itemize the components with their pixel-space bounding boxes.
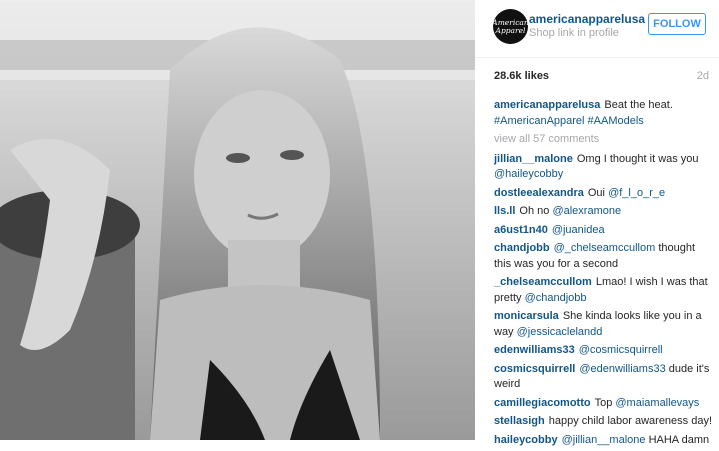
comment-user[interactable]: _chelseamccullom bbox=[494, 276, 592, 288]
comment-user[interactable]: dostleealexandra bbox=[494, 187, 584, 199]
comment-user[interactable]: lls.ll bbox=[494, 205, 515, 217]
comment-user[interactable]: edenwilliams33 bbox=[494, 344, 575, 356]
comment-item: cosmicsquirrell @edenwilliams33 dude it's… bbox=[494, 362, 712, 393]
follow-button[interactable]: FOLLOW bbox=[648, 13, 706, 35]
comment-user[interactable]: a6ust1n40 bbox=[494, 224, 548, 236]
post-age[interactable]: 2d bbox=[697, 70, 709, 82]
location-link[interactable]: Shop link in profile bbox=[529, 27, 619, 39]
comment-user[interactable]: monicarsula bbox=[494, 310, 559, 322]
comment-user[interactable]: cosmicsquirrell bbox=[494, 363, 575, 375]
comment-item: haileycobby @jillian__malone HAHA damn bbox=[494, 433, 712, 449]
avatar-line2: Apparel bbox=[495, 25, 526, 35]
caption-tags[interactable]: #AmericanApparel #AAModels bbox=[494, 115, 644, 127]
comment-mention[interactable]: @alexramone bbox=[552, 205, 621, 217]
comment-item: stellasigh happy child labor awareness da… bbox=[494, 414, 712, 430]
comment-user[interactable]: chandjobb bbox=[494, 242, 550, 254]
caption-user[interactable]: americanapparelusa bbox=[494, 99, 600, 111]
comment-item: jillian__malone Omg I thought it was you … bbox=[494, 152, 712, 183]
post-sidebar: American Apparel americanapparelusa Shop… bbox=[475, 0, 719, 446]
comment-text: Oh no bbox=[519, 205, 550, 217]
comment-item: edenwilliams33 @cosmicsquirrell bbox=[494, 343, 712, 359]
comment-text: Top bbox=[594, 396, 613, 409]
caption-text: Beat the heat. bbox=[604, 99, 673, 111]
comment-mention[interactable]: @edenwilliams33 bbox=[579, 363, 665, 375]
post-header: American Apparel americanapparelusa Shop… bbox=[475, 0, 719, 58]
username-link[interactable]: americanapparelusa bbox=[529, 12, 645, 26]
likes-count[interactable]: 28.6k likes bbox=[494, 70, 549, 82]
comment-mention[interactable]: @f_l_o_r_e bbox=[608, 187, 665, 199]
avatar[interactable]: American Apparel bbox=[492, 9, 529, 44]
comment-item: chandjobb @_chelseamccullom thought this … bbox=[494, 241, 712, 272]
comment-text: happy child labor awareness day! bbox=[548, 415, 713, 427]
comment-mention[interactable]: @haileycobby bbox=[494, 168, 563, 180]
comment-mention[interactable]: @cosmicsquirrell bbox=[579, 344, 663, 356]
view-all-comments-link[interactable]: view all 57 comments bbox=[494, 132, 712, 148]
post-photo[interactable] bbox=[0, 0, 475, 440]
comment-mention[interactable]: @jessicaclelandd bbox=[517, 326, 603, 338]
comment-item: monicarsula She kinda looks like you in a… bbox=[494, 309, 712, 340]
comment-mention[interactable]: @_chelseamccullom bbox=[554, 242, 656, 254]
comment-user[interactable]: camillegiacomotto bbox=[494, 397, 591, 409]
comment-text: Omg I thought it was you bbox=[576, 152, 699, 165]
comment-item: camillegiacomotto Top @maiamallevays bbox=[494, 396, 712, 412]
comment-mention[interactable]: @maiamallevays bbox=[615, 397, 699, 409]
comment-item: _chelseamccullom Lmao! I wish I was that … bbox=[494, 275, 712, 306]
comment-user[interactable]: stellasigh bbox=[494, 415, 545, 427]
comment-mention[interactable]: @chandjobb bbox=[525, 292, 587, 304]
comments-list: americanapparelusa Beat the heat. #Americ… bbox=[494, 98, 712, 451]
comment-item: dostleealexandra Oui @f_l_o_r_e bbox=[494, 186, 712, 202]
comment-text: Oui bbox=[587, 186, 605, 199]
comment-item: a6ust1n40 @juanidea bbox=[494, 223, 712, 239]
comment-mention[interactable]: @juanidea bbox=[552, 224, 605, 236]
comment-item: lls.ll Oh no @alexramone bbox=[494, 204, 712, 220]
post-image bbox=[0, 0, 475, 440]
caption: americanapparelusa Beat the heat. #Americ… bbox=[494, 98, 712, 129]
comment-user[interactable]: jillian__malone bbox=[494, 153, 573, 165]
